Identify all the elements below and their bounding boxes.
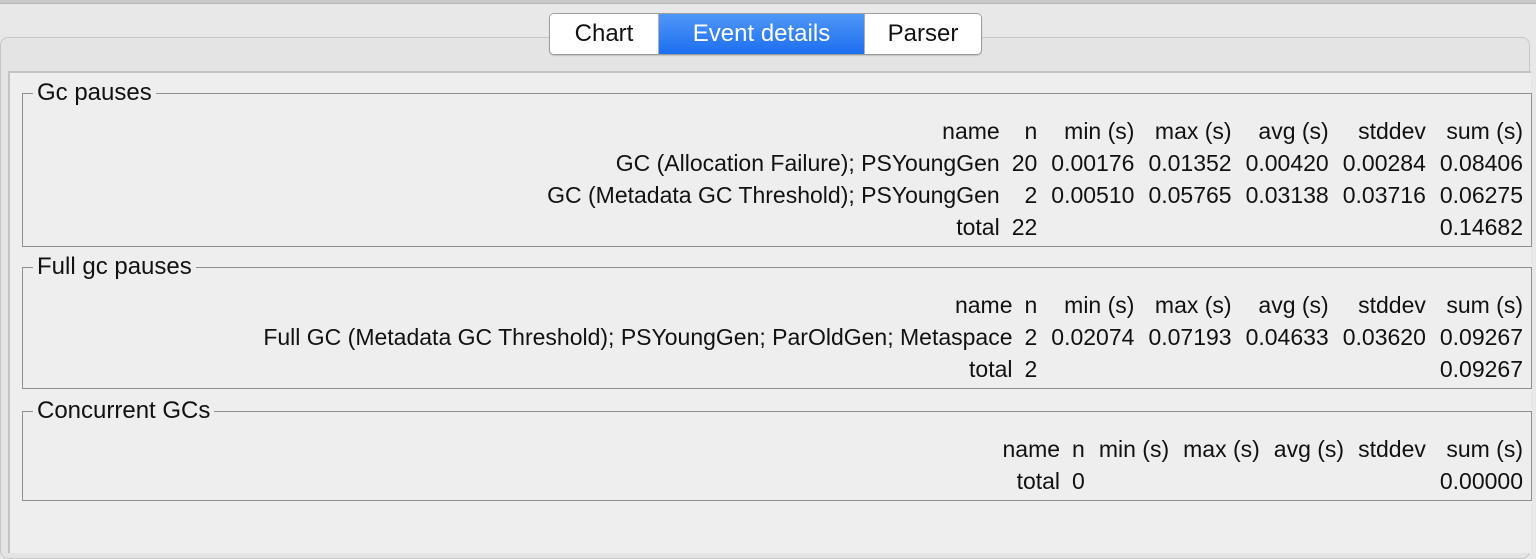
concurrent-gcs-title: Concurrent GCs (33, 396, 215, 426)
full-gc-pauses-group: Full gc pauses name n min (s) max (s) av… (22, 252, 1532, 389)
table-cell: 0.03716 (1342, 182, 1426, 208)
empty-cell (1037, 211, 1134, 243)
column-header: min (s) (1064, 292, 1135, 318)
table-cell: 20 (1011, 150, 1038, 176)
total-label: total (969, 356, 1013, 382)
column-header: stddev (1358, 118, 1426, 144)
table-cell: 0.02074 (1051, 324, 1135, 350)
total-sum: 0.09267 (1439, 356, 1523, 382)
empty-cell (1037, 353, 1134, 385)
event-details-panel: Gc pauses name n min (s) max (s) avg (s)… (8, 71, 1532, 553)
column-header: n (1072, 436, 1085, 462)
column-header: avg (s) (1258, 118, 1329, 144)
table-cell: 0.00284 (1342, 150, 1426, 176)
column-header: n (1024, 292, 1038, 318)
total-sum: 0.00000 (1439, 468, 1523, 494)
gc-pauses-group: Gc pauses name n min (s) max (s) avg (s)… (22, 78, 1532, 247)
table-cell: 0.03620 (1342, 324, 1426, 350)
empty-cell (1260, 465, 1344, 497)
concurrent-gcs-table: name n min (s) max (s) avg (s) stddev su… (1003, 433, 1524, 497)
tab-chart[interactable]: Chart (550, 14, 658, 54)
column-header: stddev (1358, 436, 1426, 462)
gc-pauses-title: Gc pauses (33, 78, 156, 108)
column-header: stddev (1358, 292, 1426, 318)
full-gc-pauses-table: name n min (s) max (s) avg (s) stddev su… (263, 289, 1523, 385)
gc-pauses-table: name n min (s) max (s) avg (s) stddev su… (547, 115, 1523, 243)
column-header: name (1002, 436, 1061, 462)
tab-event-details[interactable]: Event details (658, 14, 864, 54)
table-cell: 0.08406 (1439, 150, 1523, 176)
column-header: min (s) (1098, 436, 1170, 462)
table-cell: 0.03138 (1245, 182, 1329, 208)
empty-cell (1085, 465, 1169, 497)
table-cell: 0.09267 (1439, 324, 1523, 350)
total-count: 22 (1011, 214, 1038, 240)
total-label: total (1016, 468, 1061, 494)
table-total-row: total 2 0.09267 (263, 353, 1523, 385)
total-count: 0 (1072, 468, 1085, 494)
empty-cell (1329, 353, 1426, 385)
column-header: n (1024, 118, 1038, 144)
table-cell: 0.00176 (1051, 150, 1135, 176)
column-header: max (s) (1183, 436, 1260, 462)
table-cell: 0.07193 (1148, 324, 1232, 350)
empty-cell (1169, 465, 1260, 497)
column-header: sum (s) (1446, 292, 1523, 318)
empty-cell (1134, 353, 1231, 385)
table-cell: 2 (1024, 324, 1038, 350)
table-cell: Full GC (Metadata GC Threshold); PSYoung… (263, 324, 1013, 350)
column-header: max (s) (1154, 292, 1232, 318)
table-header-row: name n min (s) max (s) avg (s) stddev su… (1003, 433, 1524, 465)
table-cell: 0.06275 (1439, 182, 1523, 208)
table-total-row: total 22 0.14682 (547, 211, 1523, 243)
tab-parser[interactable]: Parser (864, 14, 981, 54)
table-cell: GC (Allocation Failure); PSYoungGen (615, 150, 1000, 176)
window-top-border (0, 0, 1536, 4)
table-cell: GC (Metadata GC Threshold); PSYoungGen (547, 182, 1000, 208)
column-header: avg (s) (1273, 436, 1345, 462)
tab-bar: Chart Event details Parser (549, 13, 982, 55)
table-row: GC (Metadata GC Threshold); PSYoungGen 2… (547, 179, 1523, 211)
table-total-row: total 0 0.00000 (1003, 465, 1523, 497)
table-cell: 0.05765 (1148, 182, 1232, 208)
table-cell: 2 (1024, 182, 1038, 208)
empty-cell (1329, 211, 1426, 243)
empty-cell (1134, 211, 1231, 243)
empty-cell (1232, 211, 1329, 243)
column-header: min (s) (1064, 118, 1135, 144)
table-cell: 0.01352 (1148, 150, 1232, 176)
column-header: max (s) (1154, 118, 1232, 144)
table-row: GC (Allocation Failure); PSYoungGen 20 0… (547, 147, 1523, 179)
column-header: name (954, 292, 1013, 318)
table-cell: 0.00420 (1245, 150, 1329, 176)
total-count: 2 (1024, 356, 1038, 382)
table-row: Full GC (Metadata GC Threshold); PSYoung… (263, 321, 1523, 353)
total-label: total (956, 214, 1000, 240)
concurrent-gcs-group: Concurrent GCs name n min (s) max (s) av… (22, 396, 1532, 501)
column-header: sum (s) (1446, 436, 1523, 462)
column-header: name (942, 118, 1000, 144)
column-header: avg (s) (1258, 292, 1329, 318)
column-header: sum (s) (1446, 118, 1523, 144)
table-header-row: name n min (s) max (s) avg (s) stddev su… (547, 115, 1523, 147)
total-sum: 0.14682 (1439, 214, 1523, 240)
table-cell: 0.04633 (1245, 324, 1329, 350)
table-header-row: name n min (s) max (s) avg (s) stddev su… (263, 289, 1523, 321)
empty-cell (1344, 465, 1426, 497)
table-cell: 0.00510 (1051, 182, 1135, 208)
full-gc-pauses-title: Full gc pauses (33, 252, 196, 282)
empty-cell (1232, 353, 1329, 385)
